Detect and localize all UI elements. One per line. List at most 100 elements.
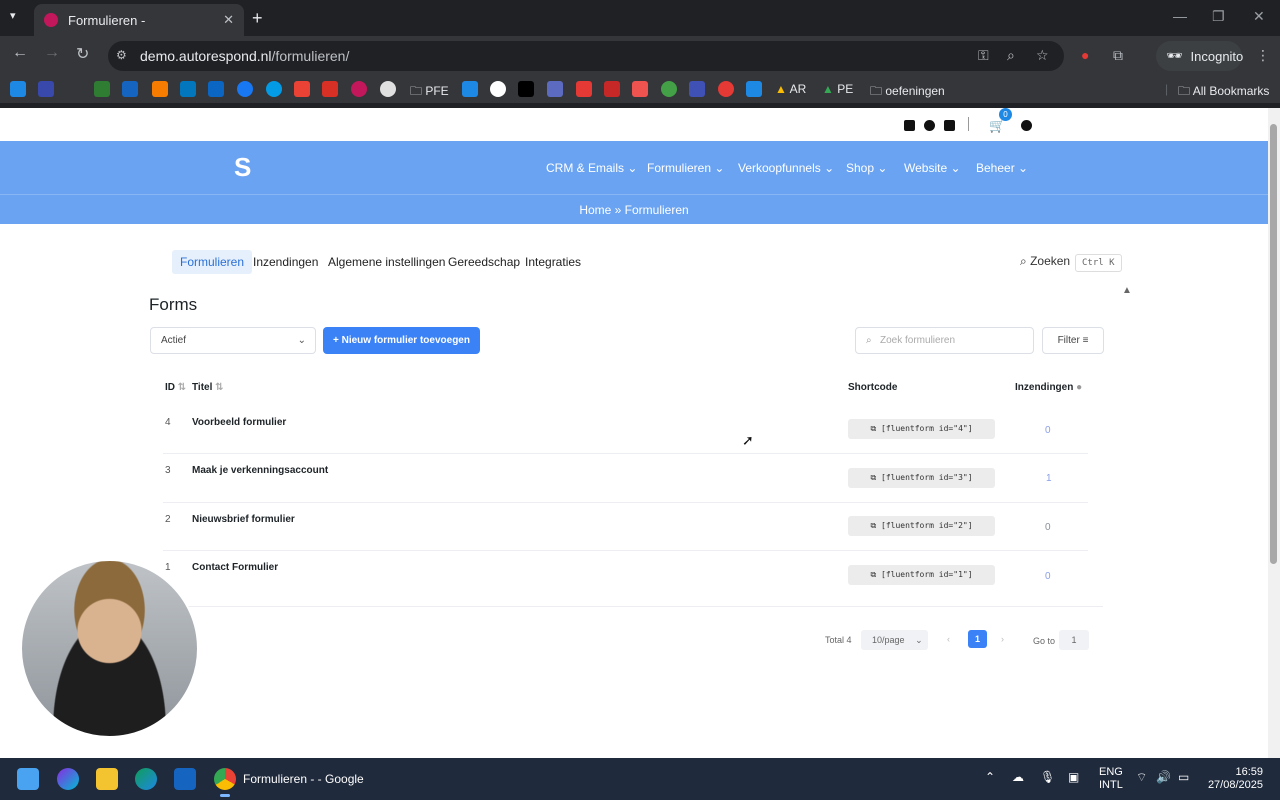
filter-button[interactable]: Filter ≡: [1042, 327, 1104, 354]
chrome-icon[interactable]: [214, 768, 236, 790]
bookmark-icon[interactable]: [718, 81, 734, 97]
volume-icon[interactable]: 🔊: [1156, 770, 1171, 784]
twitter-icon[interactable]: [924, 120, 935, 131]
page-scrollbar[interactable]: [1268, 108, 1280, 758]
gmail-icon[interactable]: [294, 81, 310, 97]
reload-icon[interactable]: ↻: [76, 44, 89, 64]
weather-icon[interactable]: ☁: [1012, 770, 1024, 784]
bookmark-icon[interactable]: [689, 81, 705, 97]
bookmark-icon[interactable]: [94, 81, 110, 97]
column-title[interactable]: Titel ⇅: [192, 382, 224, 393]
outlook-icon[interactable]: [174, 768, 196, 790]
search-forms-input[interactable]: ⌕ Zoek formulieren: [855, 327, 1034, 354]
copilot-icon[interactable]: [57, 768, 79, 790]
bookmark-star-icon[interactable]: ☆: [1036, 47, 1049, 64]
close-tab-icon[interactable]: ✕: [223, 12, 234, 28]
nav-formulieren[interactable]: Formulieren ⌄: [647, 161, 724, 175]
wifi-icon[interactable]: ⌔: [1136, 770, 1147, 785]
global-search[interactable]: ⌕ Zoeken: [1020, 254, 1070, 269]
bookmark-ar[interactable]: ▲ AR: [775, 82, 806, 96]
bookmark-icon[interactable]: [152, 81, 168, 97]
tab-integraties[interactable]: Integraties: [517, 250, 589, 274]
menu-icon[interactable]: ⋮: [1256, 47, 1270, 64]
form-title-link[interactable]: Voorbeeld formulier: [192, 417, 286, 428]
nav-shop[interactable]: Shop ⌄: [846, 161, 887, 175]
submission-count[interactable]: 0: [1045, 425, 1051, 436]
bookmark-icon[interactable]: [10, 81, 26, 97]
tab-algemene-instellingen[interactable]: Algemene instellingen: [320, 250, 453, 274]
forward-icon[interactable]: →: [44, 44, 60, 62]
x-icon[interactable]: [518, 81, 534, 97]
all-bookmarks[interactable]: 🗀 All Bookmarks: [1178, 82, 1269, 103]
bookmark-icon[interactable]: [180, 81, 196, 97]
form-title-link[interactable]: Maak je verkenningsaccount: [192, 465, 328, 476]
prev-page-icon[interactable]: ‹: [947, 634, 950, 644]
scroll-up-icon[interactable]: ▲: [1122, 285, 1132, 296]
windows-start-icon[interactable]: [17, 768, 39, 790]
shortcode-copy[interactable]: ⧉ [fluentform id="4"]: [848, 419, 995, 439]
gmail-icon[interactable]: [322, 81, 338, 97]
language-indicator[interactable]: ENG INTL: [1099, 766, 1123, 792]
shortcode-copy[interactable]: ⧉ [fluentform id="1"]: [848, 565, 995, 585]
bookmark-icon[interactable]: [122, 81, 138, 97]
taskbar-chrome-label[interactable]: Formulieren - - Google: [243, 772, 364, 786]
bookmark-icon[interactable]: [266, 81, 282, 97]
next-page-icon[interactable]: ›: [1001, 634, 1004, 644]
zoom-icon[interactable]: ⌕: [1007, 47, 1015, 64]
edge-icon[interactable]: [135, 768, 157, 790]
shortcode-copy[interactable]: ⧉ [fluentform id="3"]: [848, 468, 995, 488]
google-icon[interactable]: [490, 81, 506, 97]
page-size-select[interactable]: 10/page ⌄: [861, 630, 928, 650]
incognito-badge[interactable]: 🕶 Incognito: [1156, 41, 1243, 71]
mic-icon[interactable]: 🎙: [1040, 770, 1055, 784]
tab-gereedschap[interactable]: Gereedschap: [440, 250, 528, 274]
bookmark-icon[interactable]: [38, 81, 54, 97]
submission-count[interactable]: 0: [1045, 522, 1051, 533]
goto-page-input[interactable]: 1: [1059, 630, 1089, 650]
tab-search-icon[interactable]: ▾: [10, 9, 16, 22]
user-icon[interactable]: [1021, 120, 1032, 131]
submission-count[interactable]: 0: [1045, 571, 1051, 582]
new-tab-icon[interactable]: +: [252, 8, 263, 29]
tray-overflow-icon[interactable]: ⌃: [985, 770, 995, 784]
bookmark-icon[interactable]: [462, 81, 478, 97]
clock[interactable]: 16:59 27/08/2025: [1207, 766, 1263, 792]
bookmark-icon[interactable]: [632, 81, 648, 97]
column-id[interactable]: ID ⇅: [165, 382, 186, 393]
facebook-icon[interactable]: [237, 81, 253, 97]
site-info-icon[interactable]: ⚙: [116, 48, 127, 62]
linkedin-icon[interactable]: [208, 81, 224, 97]
restore-icon[interactable]: ❐: [1212, 8, 1225, 25]
form-title-link[interactable]: Contact Formulier: [192, 562, 278, 573]
facebook-icon[interactable]: [904, 120, 915, 131]
submission-count[interactable]: 1: [1046, 473, 1052, 484]
openai-icon[interactable]: [380, 81, 396, 97]
nav-website[interactable]: Website ⌄: [904, 161, 961, 175]
bookmark-icon[interactable]: [351, 81, 367, 97]
bookmark-icon[interactable]: [547, 81, 563, 97]
status-select[interactable]: Actief ⌄: [150, 327, 316, 354]
breadcrumb[interactable]: Home » Formulieren: [0, 194, 1268, 224]
instagram-icon[interactable]: [944, 120, 955, 131]
shortcode-copy[interactable]: ⧉ [fluentform id="2"]: [848, 516, 995, 536]
bookmark-icon[interactable]: [604, 81, 620, 97]
back-icon[interactable]: ←: [12, 44, 28, 62]
nav-crm-emails[interactable]: CRM & Emails ⌄: [546, 161, 637, 175]
display-icon[interactable]: ▣: [1068, 770, 1079, 784]
extensions-puzzle-icon[interactable]: ⧉: [1113, 47, 1123, 64]
bookmark-oefeningen[interactable]: 🗀 oefeningen: [870, 82, 945, 103]
site-logo[interactable]: S: [234, 152, 251, 183]
extension-icon[interactable]: ●: [1081, 47, 1089, 63]
bookmark-pfe[interactable]: 🗀 PFE: [410, 82, 449, 103]
battery-icon[interactable]: ▭: [1178, 770, 1189, 784]
page-1-button[interactable]: 1: [968, 630, 987, 648]
bookmark-icon[interactable]: [576, 81, 592, 97]
minimize-icon[interactable]: —: [1173, 8, 1187, 24]
tab-inzendingen[interactable]: Inzendingen: [245, 250, 326, 274]
add-form-button[interactable]: + Nieuw formulier toevoegen: [323, 327, 480, 354]
bookmark-icon[interactable]: [746, 81, 762, 97]
address-bar[interactable]: demo.autorespond.nl/formulieren/: [108, 41, 1064, 71]
tab-formulieren[interactable]: Formulieren: [172, 250, 253, 274]
tab-formulieren[interactable]: Formulieren - ✕: [34, 4, 244, 36]
close-window-icon[interactable]: ✕: [1253, 8, 1265, 25]
